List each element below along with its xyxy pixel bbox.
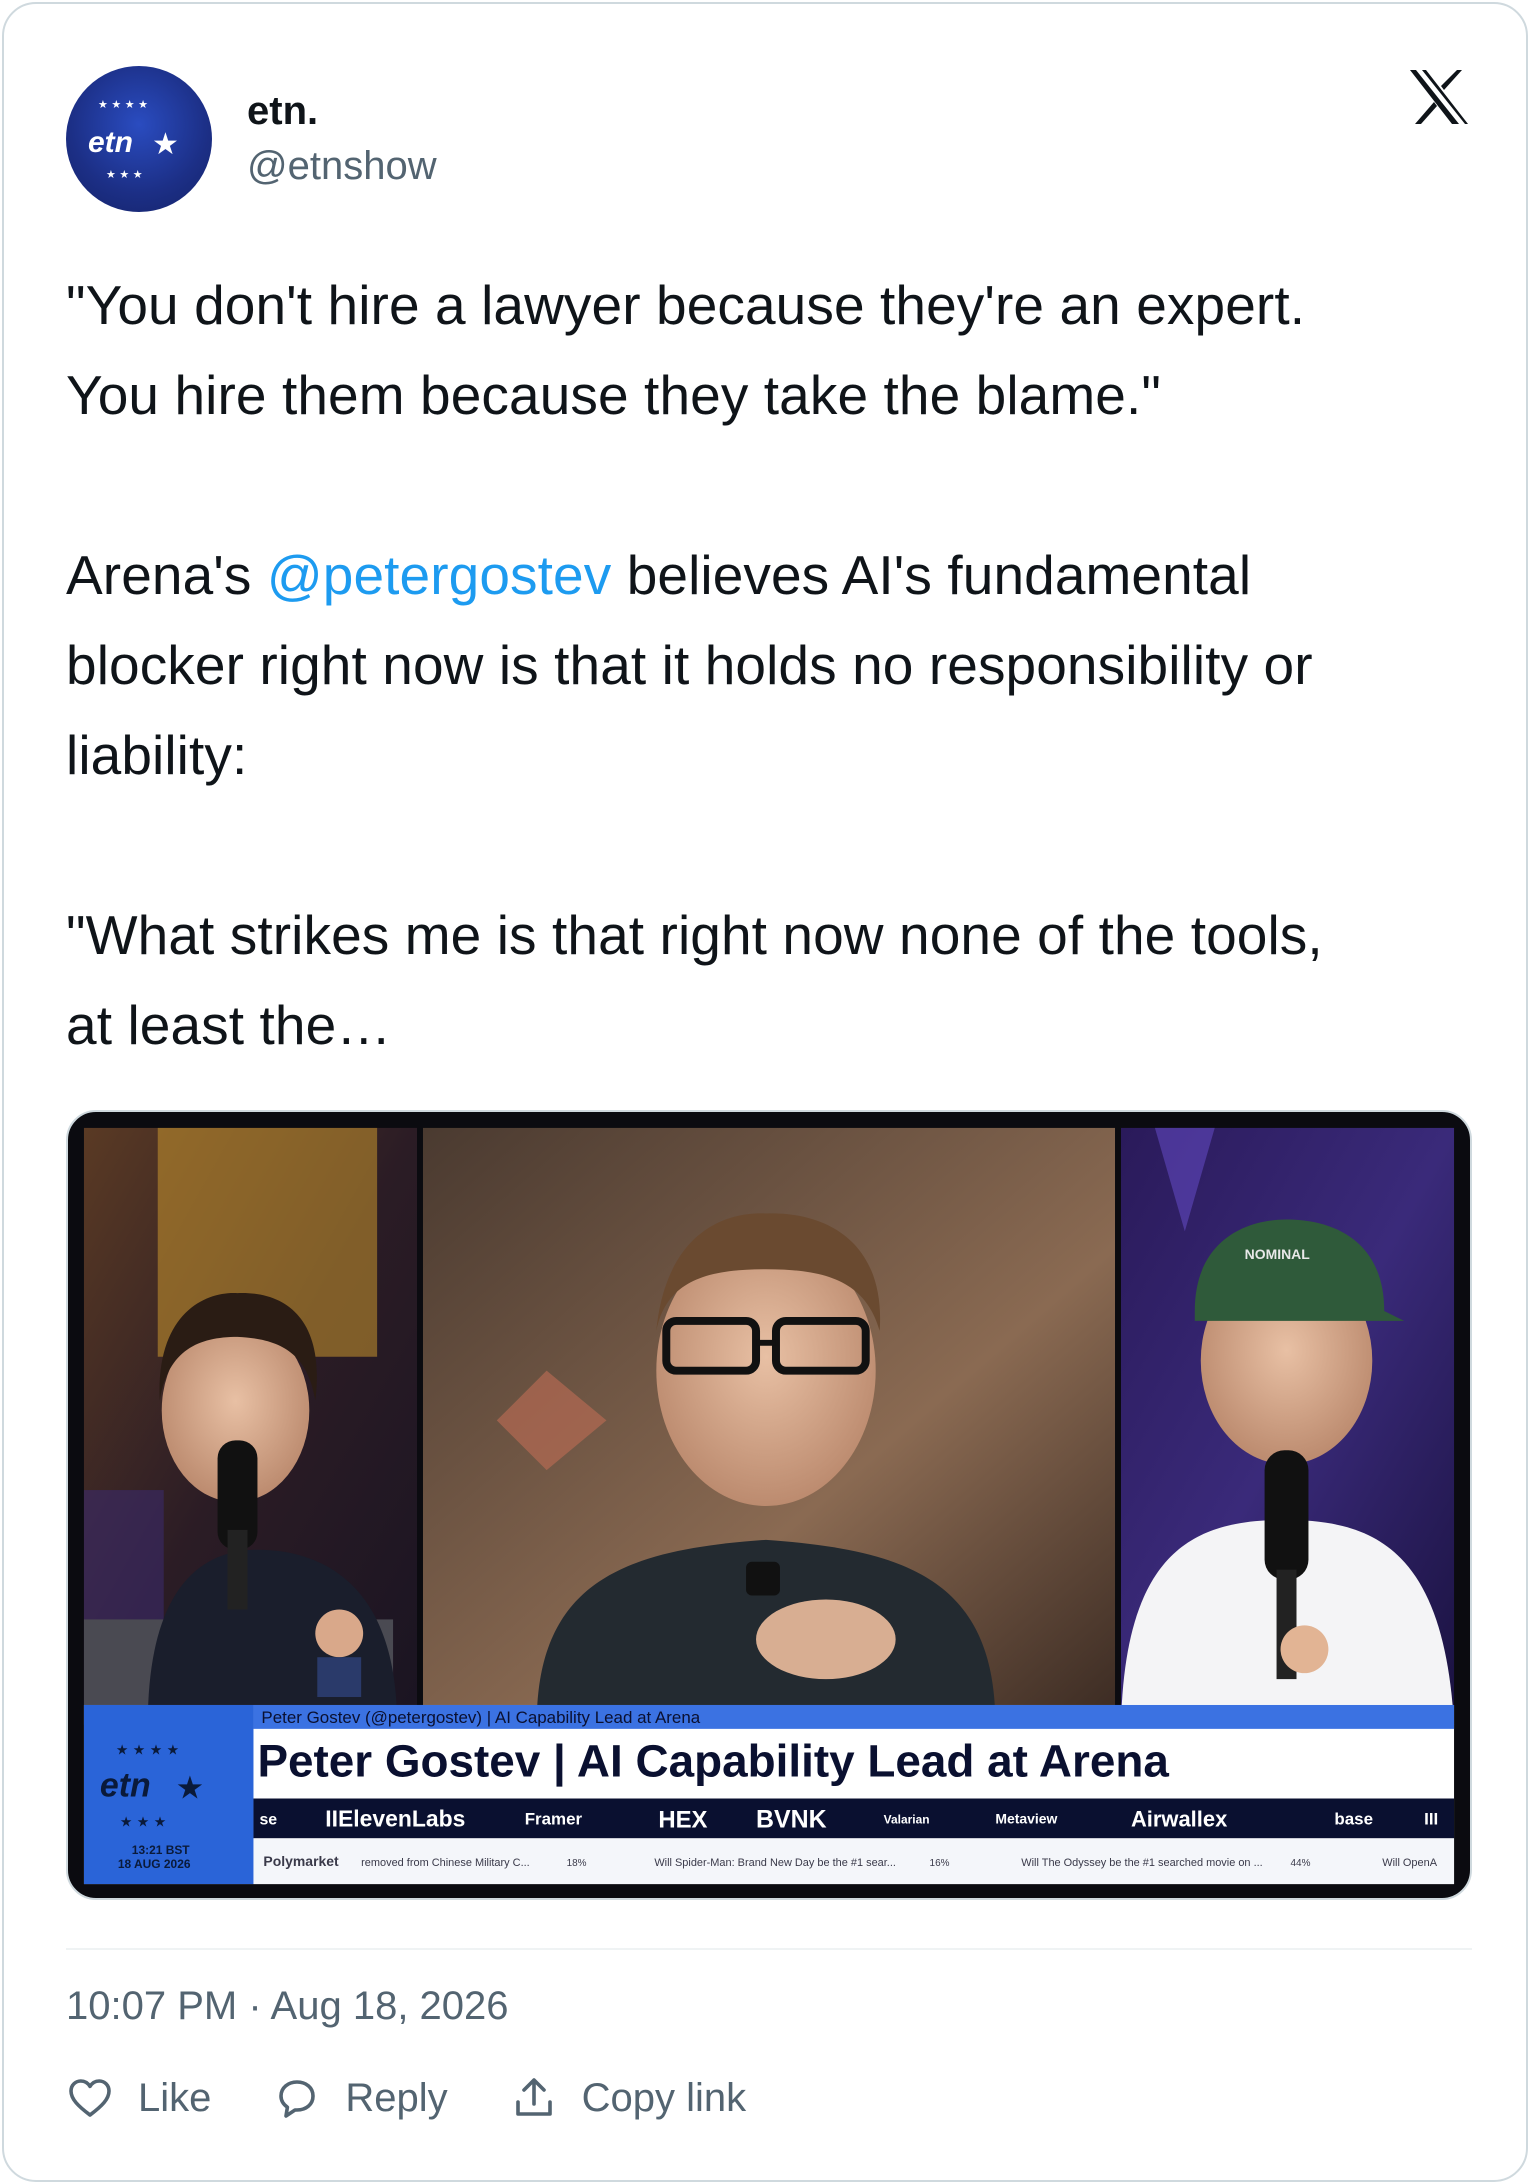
etn-logo-icon: ★ ★ ★ ★ ★ ★ ★ etn ★ — [88, 98, 179, 181]
mention-link[interactable]: @petergostev — [267, 544, 611, 606]
right-panel: NOMINAL — [1120, 1127, 1455, 1725]
tweet-card: ★ ★ ★ ★ ★ ★ ★ etn ★ etn. @etnshow "You d… — [2, 2, 1528, 2182]
speech-bubble-icon — [279, 2080, 316, 2118]
svg-text:BVNK: BVNK — [756, 1805, 827, 1833]
svg-text:Metaview: Metaview — [995, 1810, 1057, 1826]
copy-link-label: Copy link — [581, 2075, 747, 2120]
tweet-text: "You don't hire a lawyer because they're… — [66, 260, 1486, 1070]
lower-third-title: Peter Gostev | AI Capability Lead at Are… — [257, 1736, 1169, 1787]
tweet-actions: Like Reply Copy link — [66, 2068, 808, 2128]
x-logo-icon[interactable] — [1408, 68, 1470, 126]
lower-third-subtitle: Peter Gostev (@petergostev) | AI Capabil… — [261, 1708, 700, 1727]
svg-text:Will The Odyssey be the #1 sea: Will The Odyssey be the #1 searched movi… — [1021, 1857, 1262, 1869]
svg-text:★ ★ ★: ★ ★ ★ — [120, 1814, 166, 1830]
center-panel — [422, 1127, 1116, 1725]
copy-link-button[interactable]: Copy link — [510, 2074, 747, 2122]
author-display-name[interactable]: etn. — [247, 89, 318, 134]
reply-button[interactable]: Reply — [273, 2074, 448, 2122]
tweet-line: You hire them because they take the blam… — [66, 364, 1161, 426]
svg-text:★: ★ — [152, 127, 179, 162]
author-handle[interactable]: @etnshow — [247, 144, 437, 189]
tweet-line: "You don't hire a lawyer because they're… — [66, 274, 1306, 336]
upload-icon — [515, 2078, 552, 2116]
like-button[interactable]: Like — [66, 2074, 211, 2122]
svg-text:18%: 18% — [567, 1858, 587, 1869]
video-thumbnail[interactable]: NOMINAL ★ ★ ★ ★ etn ★ ★ ★ ★ 13:21 BST 18… — [66, 1110, 1472, 1900]
svg-text:★ ★ ★: ★ ★ ★ — [106, 168, 143, 181]
tweet-line: "What strikes me is that right now none … — [66, 904, 1323, 966]
author-avatar[interactable]: ★ ★ ★ ★ ★ ★ ★ etn ★ — [66, 66, 212, 212]
heart-icon — [69, 2079, 111, 2117]
svg-text:Will Spider-Man: Brand New Day: Will Spider-Man: Brand New Day be the #1… — [654, 1857, 896, 1869]
svg-text:Framer: Framer — [525, 1809, 583, 1828]
broadcast-time: 13:21 BST — [132, 1843, 190, 1857]
tweet-line: blocker right now is that it holds no re… — [66, 634, 1313, 696]
broadcast-date: 18 AUG 2026 — [118, 1857, 191, 1871]
svg-text:etn: etn — [88, 126, 133, 159]
reply-label: Reply — [345, 2075, 448, 2120]
svg-text:se: se — [259, 1811, 277, 1828]
svg-text:★ ★ ★ ★: ★ ★ ★ ★ — [98, 98, 148, 111]
svg-text:Valarian: Valarian — [884, 1812, 930, 1826]
svg-text:NOMINAL: NOMINAL — [1245, 1246, 1311, 1262]
lower-third: ★ ★ ★ ★ etn ★ ★ ★ ★ 13:21 BST 18 AUG 202… — [83, 1704, 1455, 1885]
svg-text:base: base — [1334, 1809, 1373, 1828]
svg-text:Will OpenA: Will OpenA — [1382, 1857, 1437, 1869]
svg-text:44%: 44% — [1291, 1858, 1311, 1869]
svg-text:16%: 16% — [930, 1858, 950, 1869]
tweet-line: at least the… — [66, 994, 392, 1056]
svg-text:III: III — [1424, 1809, 1438, 1828]
left-panel — [83, 1127, 418, 1725]
svg-text:★ ★ ★ ★: ★ ★ ★ ★ — [116, 1743, 179, 1759]
tweet-line: liability: — [66, 724, 248, 786]
svg-text:Airwallex: Airwallex — [1131, 1806, 1228, 1831]
svg-text:etn: etn — [100, 1767, 151, 1805]
tweet-timestamp[interactable]: 10:07 PM · Aug 18, 2026 — [66, 1984, 509, 2029]
svg-text:HEX: HEX — [658, 1806, 707, 1833]
like-label: Like — [138, 2075, 212, 2120]
svg-text:★: ★ — [176, 1769, 205, 1807]
svg-text:Polymarket: Polymarket — [263, 1853, 339, 1869]
svg-text:removed from Chinese Military: removed from Chinese Military C... — [361, 1857, 530, 1869]
tweet-line: Arena's @petergostev believes AI's funda… — [66, 544, 1252, 606]
footer-divider — [66, 1948, 1472, 1950]
svg-text:IIElevenLabs: IIElevenLabs — [325, 1805, 465, 1831]
